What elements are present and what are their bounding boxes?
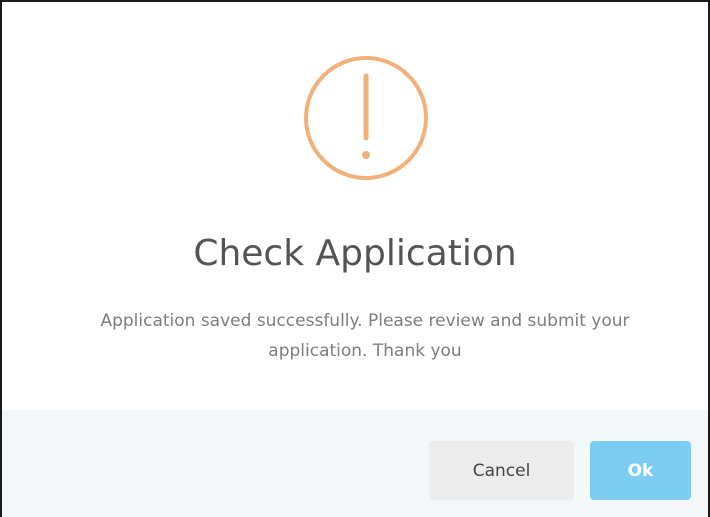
cancel-button[interactable]: Cancel	[429, 441, 574, 500]
ok-button[interactable]: Ok	[590, 441, 691, 500]
dialog-message: Application saved successfully. Please r…	[100, 311, 630, 361]
dialog-footer: Cancel Ok	[2, 410, 708, 517]
alert-dialog: Check Application Application saved succ…	[0, 0, 710, 517]
exclamation-circle-icon	[302, 54, 430, 182]
dialog-title: Check Application	[193, 233, 517, 274]
